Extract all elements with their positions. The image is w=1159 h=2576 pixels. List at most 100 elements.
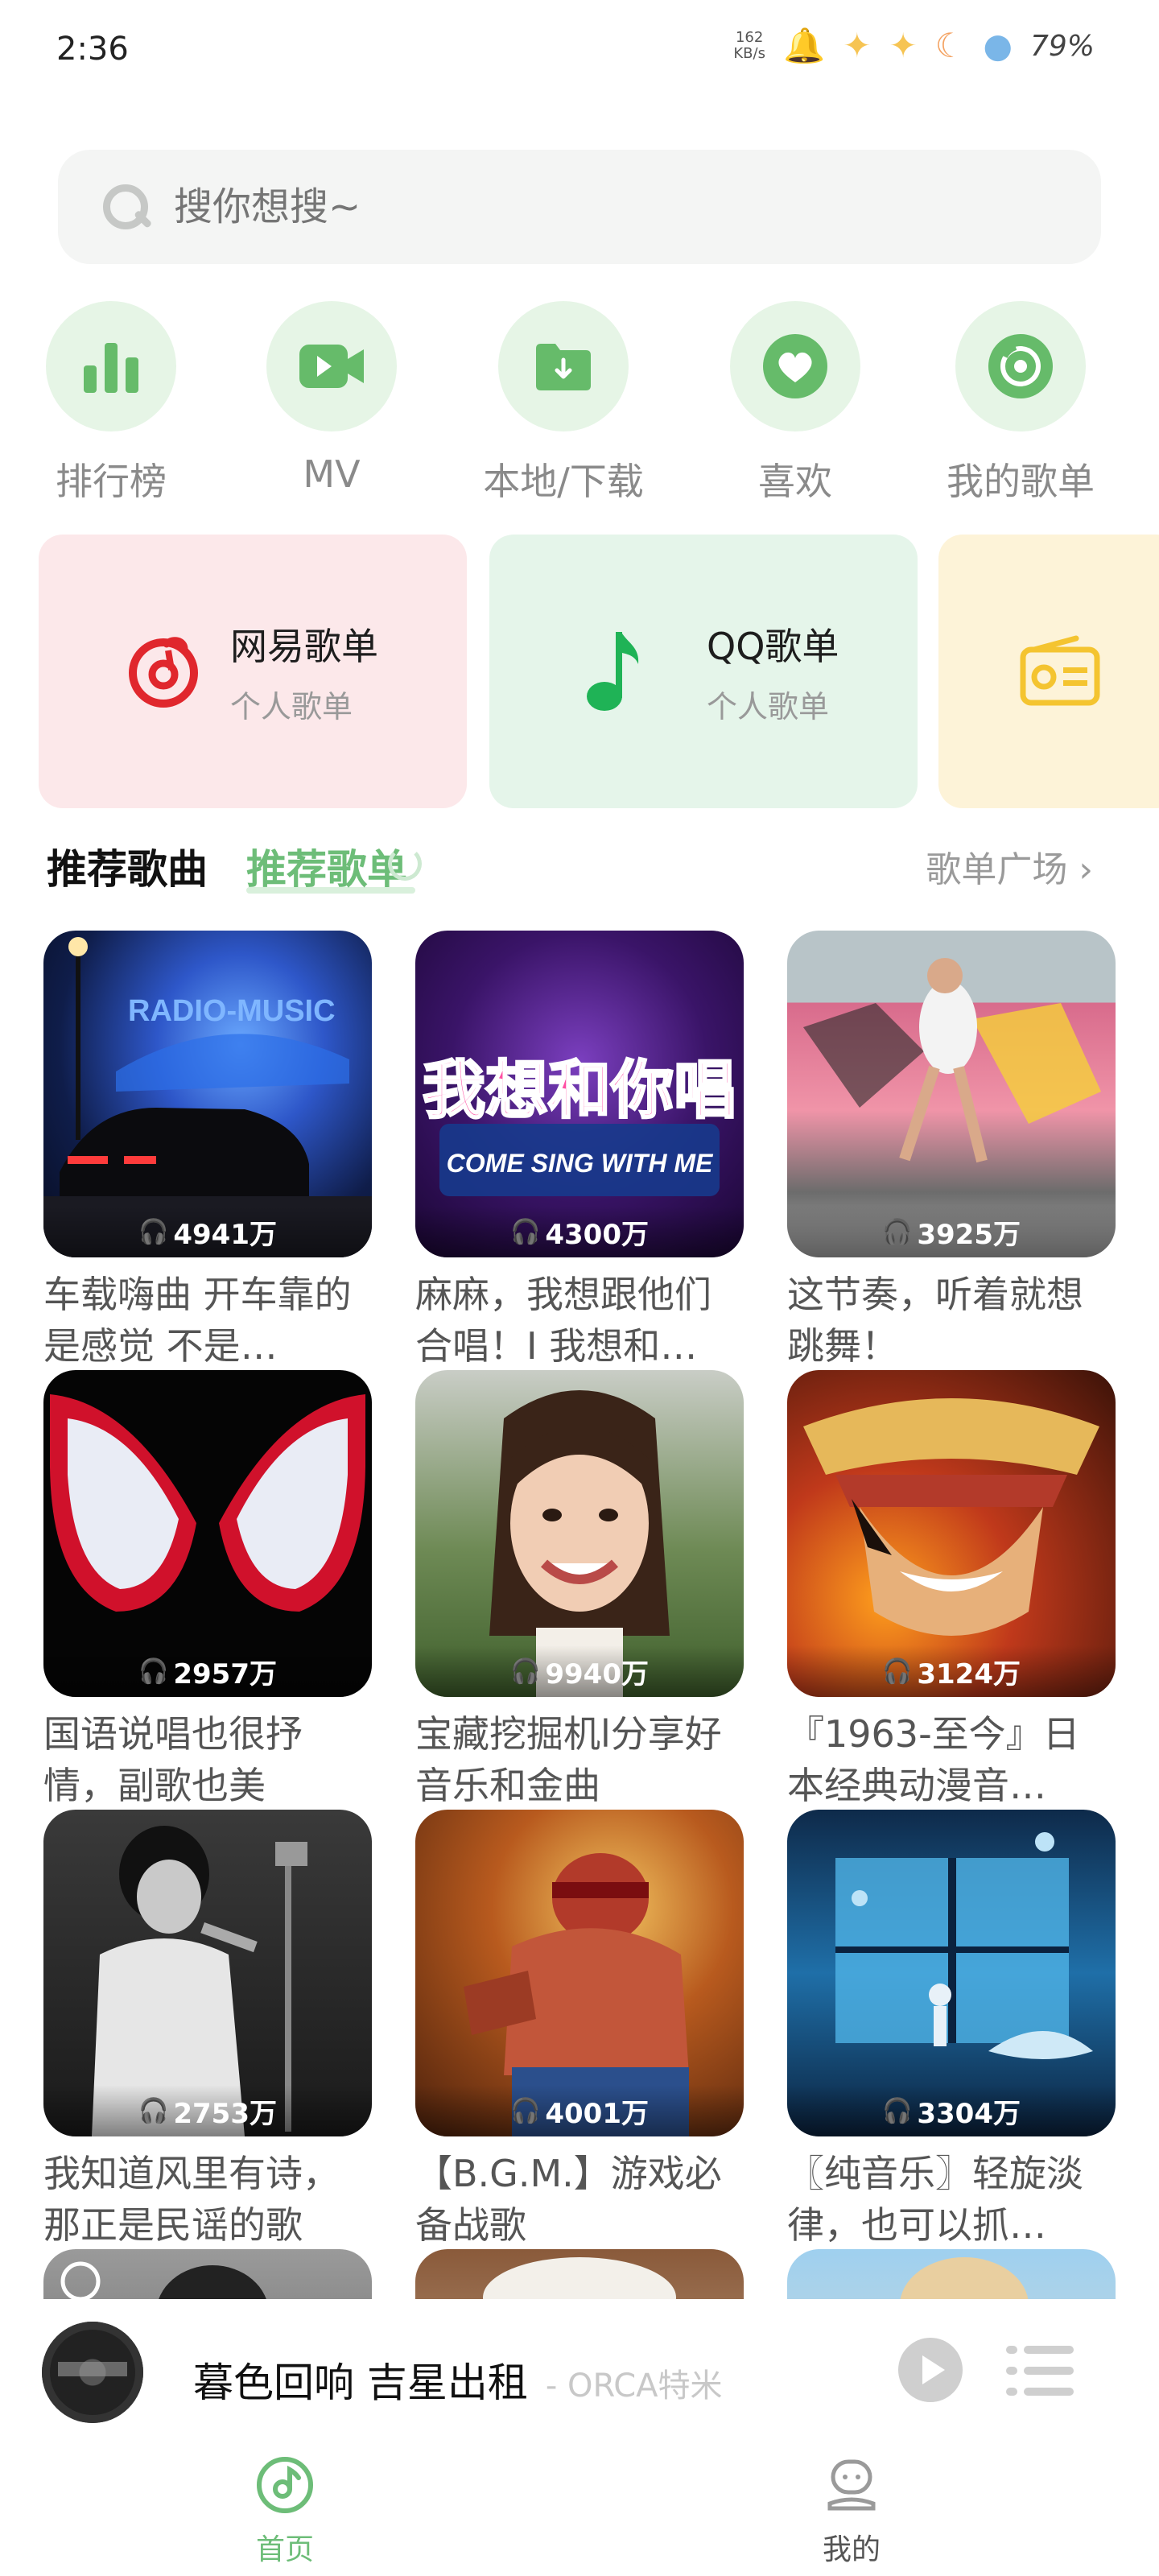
- playlist-card[interactable]: 🎧 2957万 国语说唱也很抒情，副歌也美: [43, 1370, 372, 1811]
- album-disc[interactable]: [42, 2322, 143, 2423]
- search-icon: [100, 181, 151, 233]
- planet-icon: ●: [983, 26, 1013, 65]
- playlist-card[interactable]: [43, 2249, 372, 2299]
- play-count: 🎧 9940万: [415, 1645, 744, 1697]
- playlist-cover: [415, 2249, 744, 2299]
- status-icons: 162 KB/s 🔔 ✦ ✦ ☾ ● 79%: [733, 26, 1095, 66]
- playlist-title: 车载嗨曲 开车靠的是感觉 不是…: [43, 1273, 352, 1368]
- headphones-icon: 🎧: [138, 1217, 169, 1246]
- chart-bars-icon: [46, 301, 176, 431]
- radio-card[interactable]: [938, 535, 1159, 808]
- playlist-card[interactable]: 🎧 3304万 〖纯音乐〗轻旋淡律，也可以抓…: [787, 1810, 1116, 2251]
- queue-list-icon[interactable]: [1006, 2344, 1074, 2397]
- now-playing[interactable]: 暮色回响 吉星出租 - ORCA特米: [193, 2351, 723, 2409]
- playlist-cover: 🎧 9940万: [415, 1370, 744, 1697]
- netease-icon: [119, 627, 208, 716]
- bell-icon: 🔔: [782, 26, 826, 65]
- nav-home[interactable]: 首页: [204, 2455, 365, 2568]
- playlist-plaza-link[interactable]: 歌单广场 ›: [926, 840, 1093, 892]
- playlist-card[interactable]: [415, 2249, 744, 2299]
- play-count: 🎧 3304万: [787, 2085, 1116, 2136]
- quick-entry-mv[interactable]: MV: [235, 301, 428, 496]
- net-speed-unit: KB/s: [733, 45, 765, 62]
- video-icon: [266, 301, 397, 431]
- headphones-icon: 🎧: [882, 1657, 913, 1686]
- cover-sub-title: COME SING WITH ME: [447, 1149, 714, 1178]
- playlist-grid: RADIO-MUSIC 🎧 4941万 车载嗨曲 开车靠的是感觉 不是… 我想和你…: [0, 931, 1159, 2299]
- quick-label: 排行榜: [56, 460, 167, 503]
- card-title: QQ歌单: [707, 624, 839, 668]
- playlist-cover: RADIO-MUSIC 🎧 4941万: [43, 931, 372, 1257]
- headphones-icon: 🎧: [510, 1657, 541, 1686]
- bottom-nav: 首页 我的: [0, 2436, 1159, 2576]
- qq-playlist-card[interactable]: QQ歌单 个人歌单: [489, 535, 918, 808]
- search-input[interactable]: [174, 184, 979, 229]
- nav-mine[interactable]: 我的: [771, 2455, 932, 2568]
- playlist-cover: 🎧 3304万: [787, 1810, 1116, 2136]
- status-bar: 2:36 162 KB/s 🔔 ✦ ✦ ☾ ● 79%: [0, 0, 1159, 105]
- net-speed-value: 162: [735, 29, 764, 46]
- playlist-card[interactable]: 🎧 3925万 这节奏，听着就想跳舞！: [787, 931, 1116, 1372]
- card-title: 网易歌单: [230, 624, 378, 668]
- playlist-title: 『1963-至今』日本经典动漫音…: [787, 1712, 1080, 1807]
- nav-mine-label: 我的: [822, 2533, 881, 2566]
- playlist-title: 我知道风里有诗，那正是民谣的歌: [43, 2152, 340, 2247]
- heart-icon: [730, 301, 860, 431]
- play-button[interactable]: [898, 2338, 963, 2402]
- radio-music-text: RADIO-MUSIC: [128, 994, 336, 1028]
- quick-entry-charts[interactable]: 排行榜: [14, 301, 208, 506]
- playlist-cover: 🎧 2957万: [43, 1370, 372, 1697]
- playlist-card[interactable]: 🎧 2753万 我知道风里有诗，那正是民谣的歌: [43, 1810, 372, 2251]
- quick-label: 喜欢: [758, 460, 832, 503]
- net-speed: 162 KB/s: [733, 30, 765, 62]
- cover-big-title: 我想和你唱: [423, 1055, 736, 1127]
- song-title: 暮色回响 吉星出租: [193, 2359, 528, 2406]
- playlist-title: 〖纯音乐〗轻旋淡律，也可以抓…: [787, 2152, 1083, 2247]
- quick-label: MV: [303, 452, 361, 496]
- playlist-title: 宝藏挖掘机l分享好音乐和金曲: [415, 1712, 722, 1807]
- playlist-cover: 🎧 3124万: [787, 1370, 1116, 1697]
- playlist-card[interactable]: [787, 2249, 1116, 2299]
- radio-icon: [1016, 627, 1104, 716]
- play-count: 🎧 4001万: [415, 2085, 744, 2136]
- netease-playlist-card[interactable]: 网易歌单 个人歌单: [39, 535, 467, 808]
- quick-entry-my-playlists[interactable]: 我的歌单: [924, 301, 1117, 506]
- loading-spinner-icon: [388, 847, 422, 881]
- headphones-icon: 🎧: [138, 1657, 169, 1686]
- qq-music-note-icon: [570, 627, 658, 716]
- play-count: 🎧 3124万: [787, 1645, 1116, 1697]
- playlist-cover: 🎧 2753万: [43, 1810, 372, 2136]
- playlist-card[interactable]: 我想和你唱 COME SING WITH ME 🎧 4300万 麻麻，我想跟他们合…: [415, 931, 744, 1372]
- download-folder-icon: [498, 301, 629, 431]
- playlist-card[interactable]: 🎧 9940万 宝藏挖掘机l分享好音乐和金曲: [415, 1370, 744, 1811]
- section-header: 推荐歌曲 推荐歌单 歌单广场 ›: [0, 829, 1159, 902]
- playlist-cover: [787, 2249, 1116, 2299]
- headphones-icon: 🎧: [510, 1217, 541, 1246]
- moon-icon: ☾: [934, 26, 966, 65]
- playlist-cover: 我想和你唱 COME SING WITH ME 🎧 4300万: [415, 931, 744, 1257]
- quick-entry-liked[interactable]: 喜欢: [699, 301, 892, 506]
- song-artist: - ORCA特米: [545, 2368, 723, 2405]
- quick-entry-local[interactable]: 本地/下载: [467, 301, 660, 506]
- headphones-icon: 🎧: [510, 2096, 541, 2125]
- search-bar[interactable]: [58, 150, 1101, 264]
- playlist-title: 麻麻，我想跟他们合唱！I 我想和…: [415, 1273, 711, 1368]
- playlist-card[interactable]: RADIO-MUSIC 🎧 4941万 车载嗨曲 开车靠的是感觉 不是…: [43, 931, 372, 1372]
- playlist-card[interactable]: 🎧 3124万 『1963-至今』日本经典动漫音…: [787, 1370, 1116, 1811]
- mini-player[interactable]: 暮色回响 吉星出租 - ORCA特米: [0, 2299, 1159, 2436]
- quick-label: 我的歌单: [947, 460, 1095, 503]
- play-count: 🎧 3925万: [787, 1206, 1116, 1257]
- play-count: 🎧 2753万: [43, 2085, 372, 2136]
- card-subtitle: 个人歌单: [707, 688, 830, 724]
- headphones-icon: 🎧: [882, 1217, 913, 1246]
- tab-recommended-songs[interactable]: 推荐歌曲: [47, 837, 208, 895]
- tab-recommended-playlists[interactable]: 推荐歌单: [246, 837, 407, 895]
- battery-level: 79%: [1029, 29, 1095, 63]
- status-time: 2:36: [56, 31, 129, 68]
- nav-home-label: 首页: [255, 2533, 314, 2566]
- play-count: 🎧 4300万: [415, 1206, 744, 1257]
- profile-icon: [827, 2459, 876, 2511]
- playlist-card[interactable]: 🎧 4001万 【B.G.M.】游戏必备战歌: [415, 1810, 744, 2251]
- card-subtitle: 个人歌单: [230, 688, 353, 724]
- playlist-disc-icon: [955, 301, 1086, 431]
